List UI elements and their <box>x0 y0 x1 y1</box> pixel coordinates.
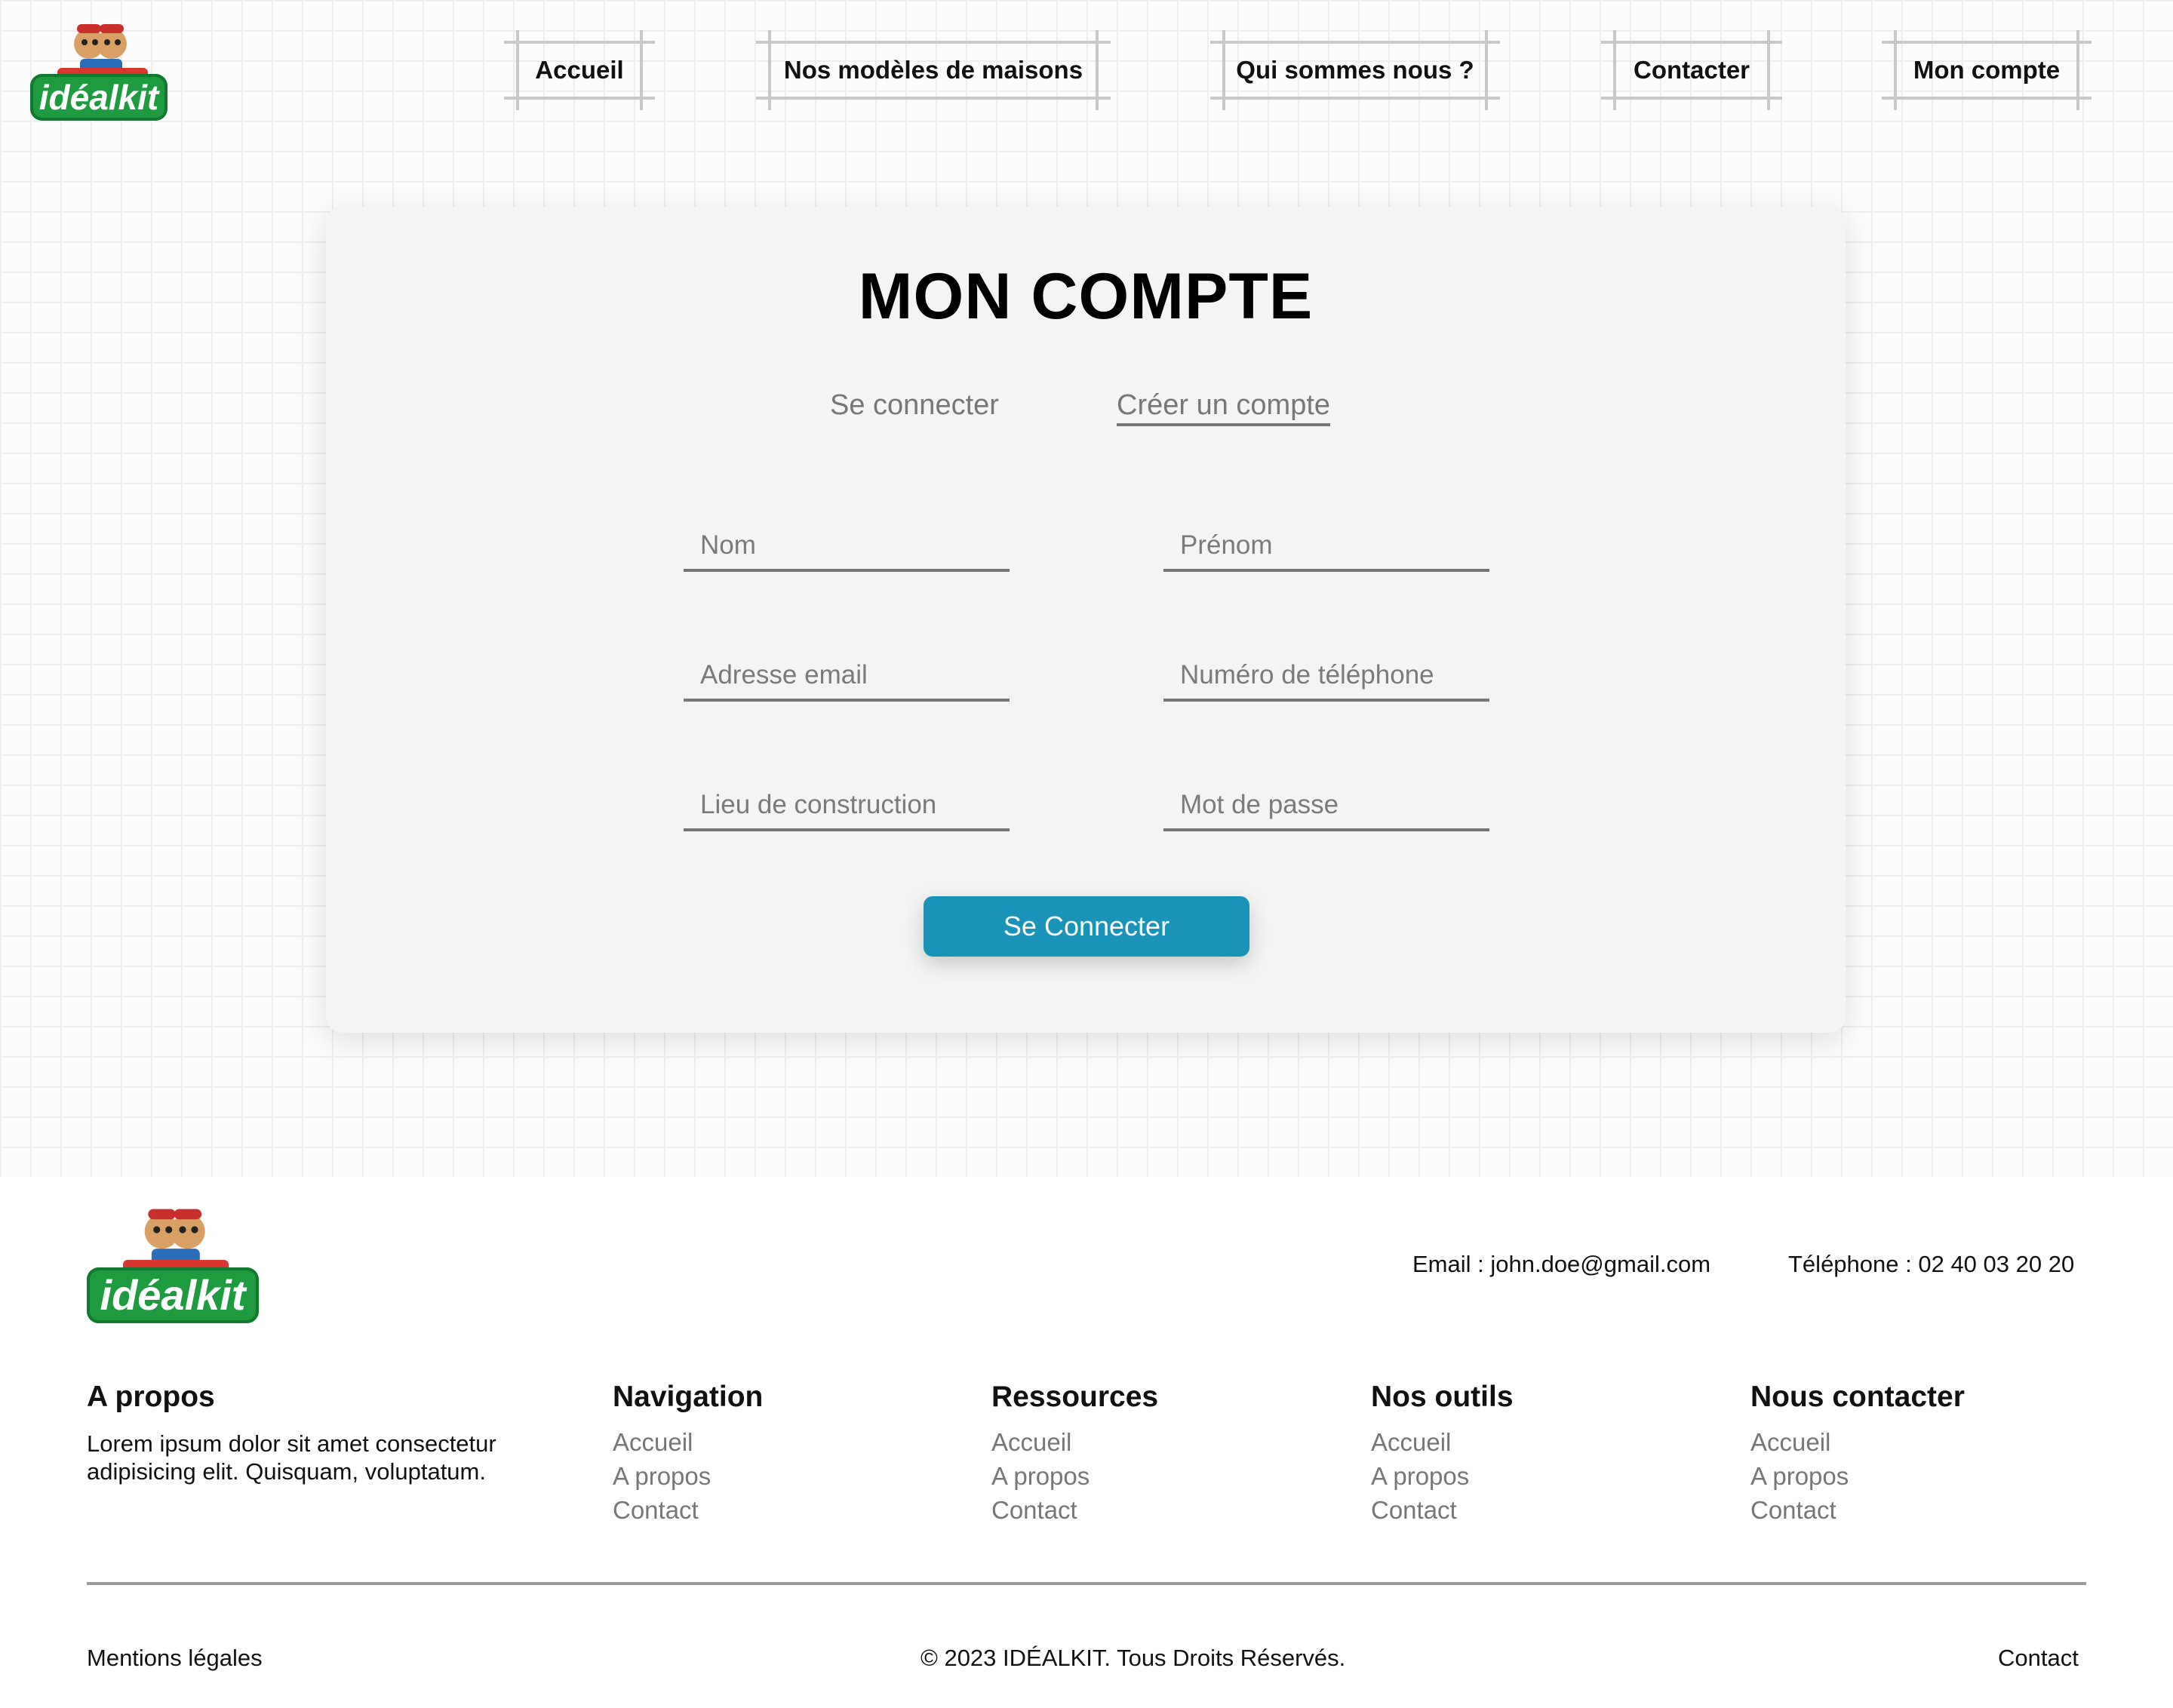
nav-contacter[interactable]: Contacter <box>1601 30 1782 110</box>
footer-phone[interactable]: Téléphone : 02 40 03 20 20 <box>1788 1251 2074 1278</box>
logo-badge: idéalkit <box>87 1267 259 1323</box>
email-field-wrapper <box>684 638 1010 702</box>
mascot-icon <box>144 1209 205 1264</box>
page-title: MON COMPTE <box>858 260 1314 333</box>
nav-mon-compte-label: Mon compte <box>1913 56 2061 84</box>
telephone-field-wrapper <box>1163 638 1489 702</box>
password-field-wrapper <box>1163 768 1489 831</box>
outils-title: Nos outils <box>1371 1381 1514 1413</box>
tab-register[interactable]: Créer un compte <box>1117 389 1331 426</box>
footer-link[interactable]: A propos <box>613 1462 711 1491</box>
prenom-field-wrapper <box>1163 508 1489 572</box>
footer-link[interactable]: A propos <box>1371 1462 1469 1491</box>
nav-mon-compte[interactable]: Mon compte <box>1882 30 2092 110</box>
legal-link[interactable]: Mentions légales <box>87 1645 263 1672</box>
header-logo[interactable]: idéalkit <box>30 21 171 121</box>
footer-link[interactable]: Accueil <box>1371 1428 1451 1457</box>
email-field[interactable] <box>699 659 1004 691</box>
nav-modeles[interactable]: Nos modèles de maisons <box>756 30 1111 110</box>
footer-divider <box>87 1582 2086 1585</box>
lieu-construction-field[interactable] <box>699 789 1004 821</box>
prenom-field[interactable] <box>1179 530 1483 561</box>
footer-link[interactable]: Contact <box>1750 1496 1836 1525</box>
nav-qui-label: Qui sommes nous ? <box>1236 56 1474 84</box>
nom-field-wrapper <box>684 508 1010 572</box>
nav-accueil[interactable]: Accueil <box>504 30 655 110</box>
nav-modeles-label: Nos modèles de maisons <box>783 56 1083 84</box>
about-title: A propos <box>87 1381 215 1413</box>
account-card: MON COMPTE Se connecter Créer un compte … <box>326 207 1846 1033</box>
nom-field[interactable] <box>699 530 1004 561</box>
footer-link[interactable]: Accueil <box>1750 1428 1830 1457</box>
mascot-icon <box>74 24 127 72</box>
lieu-field-wrapper <box>684 768 1010 831</box>
nav-accueil-label: Accueil <box>535 56 624 84</box>
footer-email[interactable]: Email : john.doe@gmail.com <box>1412 1251 1710 1278</box>
bottom-contact-link[interactable]: Contact <box>1998 1645 2079 1672</box>
footer-link[interactable]: A propos <box>1750 1462 1849 1491</box>
nav-qui-sommes-nous[interactable]: Qui sommes nous ? <box>1210 30 1500 110</box>
navigation-title: Navigation <box>613 1381 764 1413</box>
footer-link[interactable]: Accueil <box>991 1428 1071 1457</box>
contacter-title: Nous contacter <box>1750 1381 1965 1413</box>
telephone-field[interactable] <box>1179 659 1483 691</box>
nav-contacter-label: Contacter <box>1633 56 1750 84</box>
logo-badge: idéalkit <box>30 74 168 121</box>
submit-button[interactable]: Se Connecter <box>924 896 1249 957</box>
password-field[interactable] <box>1179 789 1483 821</box>
footer-link[interactable]: Contact <box>613 1496 699 1525</box>
footer-link[interactable]: Contact <box>1371 1496 1457 1525</box>
about-text: Lorem ipsum dolor sit amet consectetur a… <box>87 1430 496 1485</box>
copyright: © 2023 IDÉALKIT. Tous Droits Réservés. <box>921 1645 1346 1671</box>
footer-link[interactable]: Contact <box>991 1496 1077 1525</box>
ressources-title: Ressources <box>991 1381 1159 1413</box>
footer-link[interactable]: Accueil <box>613 1428 693 1457</box>
footer-link[interactable]: A propos <box>991 1462 1090 1491</box>
tab-login[interactable]: Se connecter <box>830 389 999 422</box>
footer-logo[interactable]: idéalkit <box>87 1206 260 1325</box>
